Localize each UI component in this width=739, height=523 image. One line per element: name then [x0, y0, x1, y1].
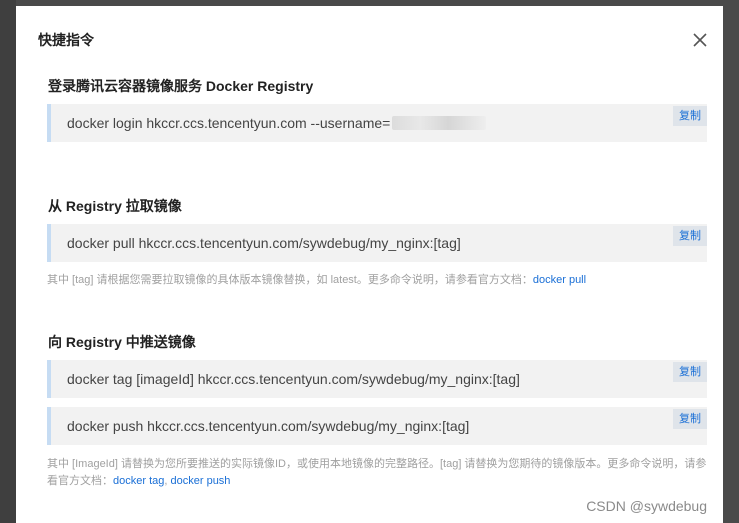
command-text[interactable]: docker push hkccr.ccs.tencentyun.com/syw…	[67, 418, 469, 434]
push-note: 其中 [ImageId] 请替换为您所要推送的实际镜像ID，或使用本地镜像的完整…	[47, 456, 712, 490]
copy-button[interactable]: 复制	[673, 362, 707, 382]
command-box-login: docker login hkccr.ccs.tencentyun.com --…	[47, 104, 707, 142]
section-title-login: 登录腾讯云容器镜像服务 Docker Registry	[48, 78, 314, 94]
dialog-title: 快捷指令	[38, 32, 94, 48]
command-text[interactable]: docker pull hkccr.ccs.tencentyun.com/syw…	[67, 235, 461, 251]
command-box-tag: docker tag [imageId] hkccr.ccs.tencentyu…	[47, 360, 707, 398]
section-title-pull: 从 Registry 拉取镜像	[48, 198, 182, 214]
watermark: CSDN @sywdebug	[586, 498, 707, 514]
pull-note: 其中 [tag] 请根据您需要拉取镜像的具体版本镜像替换，如 latest。更多…	[47, 272, 712, 289]
copy-button[interactable]: 复制	[673, 226, 707, 246]
copy-button[interactable]: 复制	[673, 106, 707, 126]
redacted-username	[392, 116, 487, 130]
docker-tag-link[interactable]: docker tag	[113, 475, 164, 487]
section-title-push: 向 Registry 中推送镜像	[48, 334, 196, 350]
backdrop-left	[0, 0, 16, 523]
quick-commands-dialog: 快捷指令 登录腾讯云容器镜像服务 Docker Registry docker …	[16, 6, 723, 523]
close-icon[interactable]	[692, 32, 708, 48]
copy-button[interactable]: 复制	[673, 409, 707, 429]
command-box-push: docker push hkccr.ccs.tencentyun.com/syw…	[47, 407, 707, 445]
command-text[interactable]: docker login hkccr.ccs.tencentyun.com --…	[67, 115, 487, 131]
command-text[interactable]: docker tag [imageId] hkccr.ccs.tencentyu…	[67, 371, 520, 387]
note-text: 其中 [tag] 请根据您需要拉取镜像的具体版本镜像替换，如 latest。更多…	[47, 274, 533, 286]
docker-pull-link[interactable]: docker pull	[533, 274, 586, 286]
command-box-pull: docker pull hkccr.ccs.tencentyun.com/syw…	[47, 224, 707, 262]
docker-push-link[interactable]: docker push	[171, 475, 231, 487]
